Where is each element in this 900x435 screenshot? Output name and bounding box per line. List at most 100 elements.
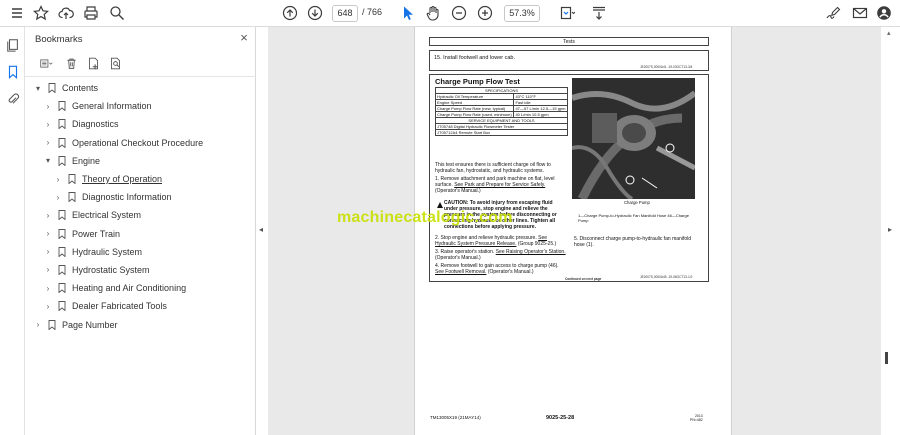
chevron-right-icon[interactable]: › <box>43 283 53 293</box>
print-icon[interactable] <box>81 3 101 23</box>
bookmark-item[interactable]: ▾ Engine <box>25 152 256 170</box>
bookmark-label[interactable]: Diagnostics <box>72 119 119 129</box>
bookmark-icon <box>57 137 67 149</box>
bookmark-label[interactable]: Electrical System <box>72 210 141 220</box>
bookmark-item[interactable]: › Hydrostatic System <box>25 261 256 279</box>
home-icon[interactable] <box>7 3 27 23</box>
collapse-panel-left-icon[interactable]: ◂ <box>259 225 263 234</box>
chevron-right-icon[interactable]: › <box>43 119 53 129</box>
attachments-icon[interactable] <box>4 90 21 107</box>
collapse-panel-right-icon[interactable]: ▸ <box>888 225 892 234</box>
bookmark-item[interactable]: › Page Number <box>25 315 256 333</box>
step-3-tail: (Operator's Manual.) <box>435 255 481 261</box>
charge-pump-photo <box>572 78 695 199</box>
chevron-right-icon[interactable]: › <box>43 247 53 257</box>
specifications-table: SPECIFICATIONS Hydraulic Oil Temperature… <box>434 87 568 136</box>
reference-code: JE2007S,0000A45 -19-06OCT13-1/2 <box>640 275 693 279</box>
bookmark-item[interactable]: › General Information <box>25 97 256 115</box>
bookmark-item[interactable]: ▾ Contents <box>25 79 256 97</box>
scroll-up-icon[interactable]: ▴ <box>887 29 891 37</box>
footwell-removal-link[interactable]: See Footwell Removal. <box>435 269 486 275</box>
step-2: 2. Stop engine and relieve hydraulic pre… <box>435 235 567 247</box>
bookmarks-panel-icon[interactable] <box>4 63 21 80</box>
bookmark-item[interactable]: › Operational Checkout Procedure <box>25 134 256 152</box>
bookmark-item[interactable]: › Theory of Operation <box>25 170 256 188</box>
step-4: 4. Remove footwell to gain access to cha… <box>435 263 567 275</box>
fit-page-icon[interactable] <box>557 3 577 23</box>
bookmark-label[interactable]: Hydrostatic System <box>72 265 150 275</box>
scroll-mode-icon[interactable] <box>589 3 609 23</box>
chevron-right-icon[interactable]: › <box>43 301 53 311</box>
cloud-upload-icon[interactable] <box>56 3 76 23</box>
bookmark-icon <box>57 300 67 312</box>
bookmark-item[interactable]: › Heating and Air Conditioning <box>25 279 256 297</box>
footer-page-code: 9025-25-28 <box>546 415 575 421</box>
scrollbar-thumb[interactable] <box>885 352 888 364</box>
bookmark-label[interactable]: Engine <box>72 156 100 166</box>
bookmark-item[interactable]: › Diagnostics <box>25 115 256 133</box>
bookmark-label[interactable]: Page Number <box>62 320 118 330</box>
bookmark-label[interactable]: General Information <box>72 101 152 111</box>
zoom-level-input[interactable]: 57.3% <box>504 5 540 22</box>
bookmark-icon <box>67 173 77 185</box>
chevron-right-icon[interactable]: › <box>43 101 53 111</box>
sign-pen-icon[interactable] <box>823 3 843 23</box>
email-icon[interactable] <box>850 3 870 23</box>
step-1-tail: (Operator's Manual.) <box>435 188 481 194</box>
bookmark-icon <box>57 228 67 240</box>
next-page-icon[interactable] <box>305 3 325 23</box>
page-number-input[interactable]: 648 <box>332 5 358 22</box>
bookmark-icon <box>47 82 57 94</box>
chevron-right-icon[interactable]: › <box>33 320 43 330</box>
raising-station-link[interactable]: See Raising Operator's Station. <box>496 249 566 255</box>
bookmark-item[interactable]: › Power Train <box>25 225 256 243</box>
bookmark-label[interactable]: Operational Checkout Procedure <box>72 138 203 148</box>
find-bookmark-icon[interactable] <box>107 55 123 71</box>
page-thumbnails-icon[interactable] <box>4 36 21 53</box>
step-1: 1. Remove attachment and park machine on… <box>435 176 567 194</box>
chevron-down-icon[interactable]: ▾ <box>33 83 43 93</box>
intro-paragraph: This test ensures there is sufficient ch… <box>435 162 551 174</box>
bookmark-label[interactable]: Dealer Fabricated Tools <box>72 301 167 311</box>
account-icon[interactable] <box>874 3 894 23</box>
toolbar-divider <box>25 76 256 77</box>
zoom-in-icon[interactable] <box>475 3 495 23</box>
warning-icon <box>437 202 443 208</box>
bookmark-icon <box>57 282 67 294</box>
bookmarks-panel: Bookmarks × ▾ Contents › General Informatio… <box>25 27 256 435</box>
chevron-right-icon[interactable]: › <box>43 138 53 148</box>
bookmark-label[interactable]: Theory of Operation <box>82 174 162 184</box>
add-bookmark-icon[interactable] <box>85 55 101 71</box>
bookmark-item[interactable]: › Electrical System <box>25 206 256 224</box>
chevron-right-icon[interactable]: › <box>53 174 63 184</box>
bookmark-label[interactable]: Power Train <box>72 229 120 239</box>
footer-manual-id: TM13005X19 (21MAY14) <box>430 415 481 420</box>
continued-note: Continued on next page <box>565 277 602 281</box>
star-icon[interactable] <box>31 3 51 23</box>
prev-page-icon[interactable] <box>280 3 300 23</box>
chevron-right-icon[interactable]: › <box>43 265 53 275</box>
bookmark-item[interactable]: › Hydraulic System <box>25 243 256 261</box>
bookmark-label[interactable]: Contents <box>62 83 98 93</box>
bookmark-label[interactable]: Heating and Air Conditioning <box>72 283 186 293</box>
select-cursor-icon[interactable] <box>398 3 418 23</box>
chevron-down-icon[interactable]: ▾ <box>43 156 53 166</box>
search-icon[interactable] <box>107 3 127 23</box>
delete-bookmark-icon[interactable] <box>63 55 79 71</box>
bookmark-item[interactable]: › Diagnostic Information <box>25 188 256 206</box>
bookmark-icon <box>57 246 67 258</box>
bookmark-item[interactable]: › Dealer Fabricated Tools <box>25 297 256 315</box>
bookmark-label[interactable]: Hydraulic System <box>72 247 142 257</box>
chevron-right-icon[interactable]: › <box>53 192 63 202</box>
left-navigation-rail <box>0 27 25 435</box>
tool-item: JT05712A4 Remote Start Box <box>435 129 568 136</box>
zoom-out-icon[interactable] <box>449 3 469 23</box>
chevron-right-icon[interactable]: › <box>43 210 53 220</box>
hand-tool-icon[interactable] <box>423 3 443 23</box>
chevron-right-icon[interactable]: › <box>43 229 53 239</box>
step-4-tail: (Operator's Manual.) <box>487 269 534 275</box>
watermark: machinecatalogic.com <box>337 209 513 226</box>
bookmark-label[interactable]: Diagnostic Information <box>82 192 172 202</box>
bookmark-options-icon[interactable] <box>35 55 57 71</box>
close-icon[interactable]: × <box>237 31 251 45</box>
